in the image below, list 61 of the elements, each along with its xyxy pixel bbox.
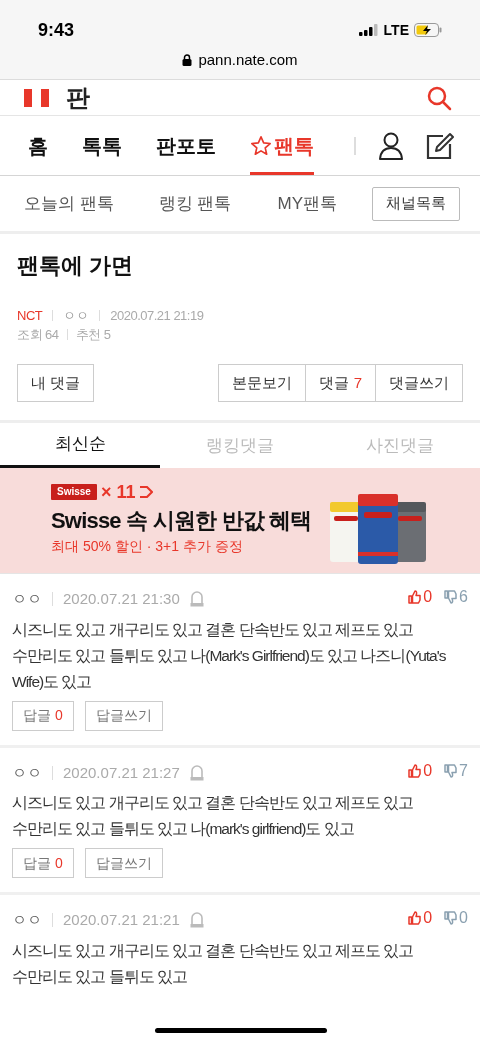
nav-tab[interactable]: 팬톡 (250, 116, 314, 175)
user-icon[interactable] (378, 131, 404, 160)
comment-date: 2020.07.21 21:30 (63, 589, 180, 609)
partner-logo: × 11 (100, 482, 136, 502)
bell-icon[interactable] (189, 764, 204, 781)
thumbs-up-icon (408, 590, 422, 605)
comment-author: ㅇㅇ (12, 589, 42, 609)
comments-button[interactable]: 댓글 7 (306, 364, 376, 402)
star-icon (250, 134, 272, 157)
bell-icon[interactable] (189, 591, 204, 608)
comment-text: 시즈니도 있고 개구리도 있고 결혼 단속반도 있고 제프도 있고 수만리도 있고 들튀도 있고 나(mark's girlfriend)도 있고 (12, 793, 415, 839)
logo-bars-icon (24, 88, 52, 107)
comment-date: 2020.07.21 21:27 (63, 762, 180, 783)
site-logo[interactable]: 판 (66, 85, 90, 110)
thumbs-up-icon (408, 911, 422, 926)
ad-banner[interactable]: Swisse × 11 Swisse 속 시원한 반값 혜택 최대 50% 할인 · 3+1 추가 증정 (0, 468, 480, 574)
edit-icon[interactable] (426, 131, 454, 160)
post-date: 2020.07.21 21:19 (110, 307, 204, 325)
view-count: 조회 64 (17, 326, 59, 344)
thumbs-down-icon (444, 763, 458, 778)
like-button[interactable]: 0 (408, 906, 433, 931)
search-icon[interactable] (426, 84, 452, 111)
my-comments-button[interactable]: 내 댓글 (17, 364, 95, 402)
thumbs-down-icon (444, 911, 458, 926)
nav-tab[interactable]: 판포토 (156, 116, 216, 175)
bell-icon[interactable] (189, 912, 204, 929)
network-label: LTE (383, 20, 409, 40)
subnav-link[interactable]: MY팬톡 (277, 190, 337, 217)
write-comment-button[interactable]: 댓글쓰기 (376, 364, 463, 402)
view-post-button[interactable]: 본문보기 (218, 364, 307, 402)
home-indicator[interactable] (155, 1028, 327, 1033)
comment-date: 2020.07.21 21:21 (63, 910, 180, 930)
post-title: 팬톡에 가면 (17, 252, 135, 280)
ad-headline: Swisse 속 시원한 반값 혜택 (51, 507, 312, 535)
write-reply-button[interactable]: 답글쓰기 (84, 848, 163, 878)
comment-text: 시즈니도 있고 개구리도 있고 결혼 단속반도 있고 제프도 있고 수만리도 있고 들튀도 있고 (12, 940, 415, 987)
write-reply-button[interactable]: 답글쓰기 (84, 700, 163, 731)
channel-name[interactable]: NCT (17, 306, 43, 325)
post-author: ㅇㅇ (63, 307, 90, 325)
brand-logo: Swisse (51, 484, 97, 500)
comment-author: ㅇㅇ (12, 910, 42, 930)
reply-count-button[interactable]: 답글 0 (12, 848, 74, 878)
ad-subline: 최대 50% 할인 · 3+1 추가 증정 (51, 537, 244, 555)
thumbs-down-icon (444, 590, 458, 605)
thumbs-up-icon (408, 763, 422, 778)
signal-icon (358, 24, 379, 36)
recommend-count: 추천 5 (75, 326, 111, 344)
like-button[interactable]: 0 (408, 585, 433, 610)
lock-icon (182, 54, 193, 66)
comment-text: 시즈니도 있고 개구리도 있고 결혼 단속반도 있고 제프도 있고 수만리도 있고 들튀도 있고 나(Mark's Girlfriend)도 있고 나즈니(Yuta's Wife)도 있고 (12, 619, 447, 692)
comment-author: ㅇㅇ (12, 762, 42, 783)
battery-icon (414, 23, 442, 37)
channel-list-button[interactable]: 채널목록 (372, 186, 460, 221)
url-text[interactable]: pann.nate.com (198, 48, 298, 72)
clock: 9:43 (38, 18, 75, 42)
subnav-link[interactable]: 오늘의 팬톡 (24, 190, 114, 217)
subnav-link[interactable]: 랭킹 팬톡 (158, 190, 232, 217)
reply-count-button[interactable]: 답글 0 (12, 700, 74, 731)
nav-tab[interactable]: 홈 (28, 116, 48, 175)
like-button[interactable]: 0 (408, 758, 433, 783)
nav-tab[interactable]: 톡톡 (82, 116, 122, 175)
